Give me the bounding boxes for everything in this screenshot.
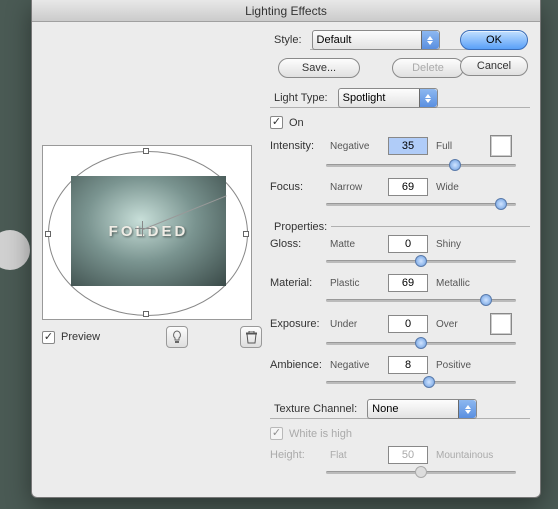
gloss-input[interactable]: 0: [388, 235, 428, 253]
height-label: Height:: [270, 449, 326, 461]
chevron-updown-icon: [421, 31, 439, 49]
ok-button[interactable]: OK: [460, 30, 528, 50]
trash-icon[interactable]: [240, 326, 262, 348]
style-label: Style:: [270, 34, 306, 46]
gloss-slider[interactable]: [326, 254, 516, 268]
light-color-swatch[interactable]: [490, 135, 512, 157]
ambience-slider[interactable]: [326, 375, 516, 389]
height-slider: [326, 465, 516, 479]
focus-input[interactable]: 69: [388, 178, 428, 196]
chevron-updown-icon: [419, 89, 437, 107]
preview-label: Preview: [61, 331, 100, 343]
preview-image: FOLDED: [71, 176, 226, 286]
gloss-label: Gloss:: [270, 238, 326, 250]
lighting-effects-dialog: Lighting Effects OK Cancel FOLDED Previe…: [31, 0, 541, 498]
ambience-input[interactable]: 8: [388, 356, 428, 374]
exposure-slider[interactable]: [326, 336, 516, 350]
chevron-updown-icon: [458, 400, 476, 418]
light-type-value: Spotlight: [343, 92, 386, 104]
intensity-input[interactable]: 35: [388, 137, 428, 155]
exposure-min: Under: [330, 319, 384, 330]
light-type-label: Light Type:: [270, 92, 332, 104]
white-high-checkbox: [270, 427, 283, 440]
intensity-slider[interactable]: [326, 158, 516, 172]
light-type-dropdown[interactable]: Spotlight: [338, 88, 438, 108]
save-button[interactable]: Save...: [278, 58, 360, 78]
on-checkbox[interactable]: [270, 116, 283, 129]
exposure-max: Over: [436, 319, 486, 330]
texture-channel-label: Texture Channel:: [270, 403, 361, 415]
intensity-max: Full: [436, 141, 486, 152]
style-value: Default: [317, 34, 352, 46]
height-min: Flat: [330, 450, 384, 461]
material-input[interactable]: 69: [388, 274, 428, 292]
preview-frame[interactable]: FOLDED: [42, 145, 252, 320]
cancel-button[interactable]: Cancel: [460, 56, 528, 76]
delete-button: Delete: [392, 58, 464, 78]
material-max: Metallic: [436, 278, 486, 289]
height-max: Mountainous: [436, 450, 514, 461]
dialog-title: Lighting Effects: [32, 0, 540, 22]
preview-checkbox[interactable]: [42, 331, 55, 344]
gloss-min: Matte: [330, 239, 384, 250]
height-input: 50: [388, 446, 428, 464]
exposure-label: Exposure:: [270, 318, 326, 330]
properties-label: Properties:: [270, 221, 331, 233]
ambience-label: Ambience:: [270, 359, 326, 371]
exposure-input[interactable]: 0: [388, 315, 428, 333]
material-label: Material:: [270, 277, 326, 289]
ambience-min: Negative: [330, 360, 384, 371]
texture-channel-dropdown[interactable]: None: [367, 399, 477, 419]
white-high-label: White is high: [289, 428, 352, 440]
material-min: Plastic: [330, 278, 384, 289]
intensity-min: Negative: [330, 141, 384, 152]
focus-label: Focus:: [270, 181, 326, 193]
style-dropdown[interactable]: Default: [312, 30, 440, 50]
texture-channel-value: None: [372, 403, 398, 415]
intensity-label: Intensity:: [270, 140, 326, 152]
focus-slider[interactable]: [326, 197, 516, 211]
focus-max: Wide: [436, 182, 486, 193]
ambience-max: Positive: [436, 360, 486, 371]
on-label: On: [289, 117, 304, 129]
focus-min: Narrow: [330, 182, 384, 193]
lightbulb-icon[interactable]: [166, 326, 188, 348]
material-slider[interactable]: [326, 293, 516, 307]
ambient-color-swatch[interactable]: [490, 313, 512, 335]
gloss-max: Shiny: [436, 239, 486, 250]
